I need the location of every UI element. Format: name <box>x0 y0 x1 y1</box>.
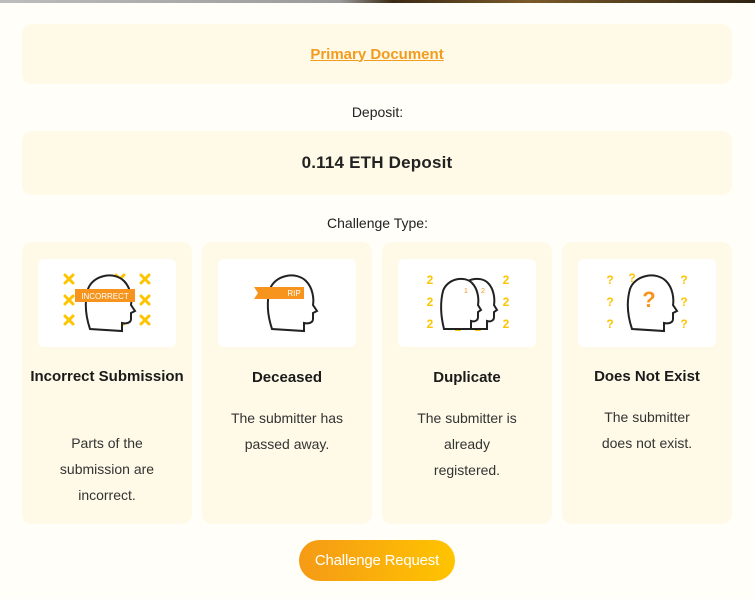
header-image-strip <box>0 0 755 3</box>
option-description: The submitter has passed away. <box>230 410 344 452</box>
svg-text:2: 2 <box>503 273 510 287</box>
svg-text:2: 2 <box>427 317 434 331</box>
svg-text:INCORRECT: INCORRECT <box>81 292 129 301</box>
incorrect-icon: INCORRECT <box>63 273 151 333</box>
option-title: Duplicate <box>433 369 501 386</box>
deceased-illustration: RIP <box>218 259 356 347</box>
svg-text:2: 2 <box>427 295 434 309</box>
primary-document-link[interactable]: Primary Document <box>310 46 443 63</box>
does-not-exist-icon: ? ? ? ? ? ? ? ? ? <box>606 271 687 334</box>
svg-text:2: 2 <box>481 288 485 295</box>
deposit-value: 0.114 ETH Deposit <box>301 153 453 172</box>
option-title: Incorrect Submission <box>30 368 184 385</box>
svg-text:?: ? <box>680 295 687 309</box>
challenge-type-label: Challenge Type: <box>327 215 428 231</box>
deposit-panel: 0.114 ETH Deposit <box>22 131 732 195</box>
challenge-option-does-not-exist[interactable]: ? ? ? ? ? ? ? ? ? Does Not Exist The sub… <box>562 242 732 524</box>
incorrect-illustration: INCORRECT <box>38 259 176 347</box>
svg-text:?: ? <box>606 317 613 331</box>
svg-text:?: ? <box>606 295 613 309</box>
challenge-request-button[interactable]: Challenge Request <box>299 540 455 581</box>
option-title: Deceased <box>251 369 323 386</box>
svg-text:2: 2 <box>503 295 510 309</box>
svg-text:2: 2 <box>427 273 434 287</box>
duplicate-illustration: 2 2 2 2 2 2 2 2 2 1 <box>398 259 536 347</box>
option-title: Does Not Exist <box>594 368 700 385</box>
challenge-type-options: INCORRECT Incorrect Submission Parts of … <box>22 242 733 524</box>
option-description: The submitter is already registered. <box>417 410 517 478</box>
svg-text:?: ? <box>680 317 687 331</box>
challenge-option-incorrect-submission[interactable]: INCORRECT Incorrect Submission Parts of … <box>22 242 192 524</box>
svg-text:?: ? <box>680 273 687 287</box>
deposit-label: Deposit: <box>351 104 404 120</box>
does-not-exist-illustration: ? ? ? ? ? ? ? ? ? <box>578 259 716 347</box>
svg-text:RIP: RIP <box>287 289 300 298</box>
option-description: The submitter does not exist. <box>601 409 693 451</box>
svg-text:?: ? <box>606 273 613 287</box>
challenge-option-deceased[interactable]: RIP Deceased The submitter has passed aw… <box>202 242 372 524</box>
duplicate-icon: 2 2 2 2 2 2 2 2 2 1 <box>427 273 510 334</box>
svg-text:1: 1 <box>464 288 468 295</box>
svg-text:?: ? <box>642 287 655 312</box>
challenge-option-duplicate[interactable]: 2 2 2 2 2 2 2 2 2 1 Duplicate The submit… <box>382 242 552 524</box>
primary-document-panel: Primary Document <box>22 24 732 84</box>
option-description: Parts of the submission are incorrect. <box>59 435 155 503</box>
svg-text:2: 2 <box>503 317 510 331</box>
deceased-icon: RIP <box>254 274 319 333</box>
